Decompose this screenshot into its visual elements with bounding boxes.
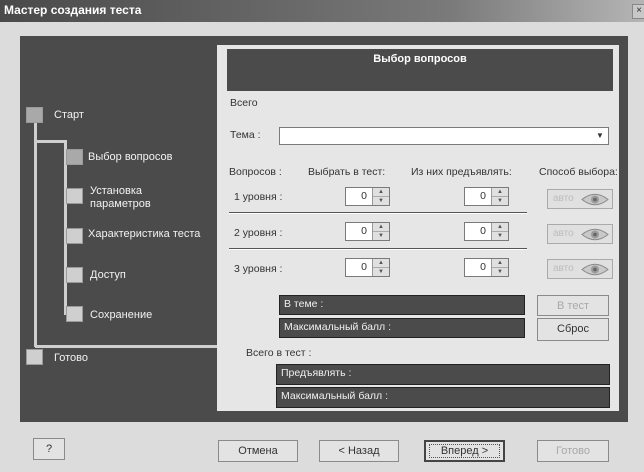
topic-select[interactable]: ▼ bbox=[279, 127, 609, 145]
level-2-present-value: 0 bbox=[480, 225, 486, 237]
reset-button[interactable]: Сброс bbox=[537, 318, 609, 341]
level-2-present-stepper[interactable]: 0 ▲ ▼ bbox=[464, 222, 509, 241]
chevron-down-icon[interactable]: ▼ bbox=[594, 130, 606, 142]
level-divider bbox=[229, 212, 527, 214]
step-access-label[interactable]: Доступ bbox=[90, 269, 126, 282]
next-button[interactable]: Вперед > bbox=[424, 440, 505, 462]
level-2-method-button[interactable]: авто bbox=[547, 224, 613, 244]
level-3-label: 3 уровня : bbox=[234, 263, 283, 275]
spin-down-icon[interactable]: ▼ bbox=[373, 268, 389, 276]
max-score-total-bar: Максимальный балл : bbox=[276, 387, 610, 408]
to-test-button[interactable]: В тест bbox=[537, 295, 609, 316]
max-score-bar: Максимальный балл : bbox=[279, 318, 525, 338]
present-total-bar: Предъявлять : bbox=[276, 364, 610, 385]
step-characteristics-label[interactable]: Характеристика теста bbox=[88, 228, 200, 241]
step-save-marker bbox=[66, 306, 83, 322]
step-save-label[interactable]: Сохранение bbox=[90, 309, 152, 322]
help-button[interactable]: ? bbox=[33, 438, 65, 460]
step-access-marker bbox=[66, 267, 83, 283]
step-start-label[interactable]: Старт bbox=[54, 109, 84, 122]
tree-trunk bbox=[34, 122, 37, 347]
window-title: Мастер создания теста bbox=[4, 3, 142, 17]
finish-button[interactable]: Готово bbox=[537, 440, 609, 462]
level-2-label: 2 уровня : bbox=[234, 227, 283, 239]
wizard-window: Мастер создания теста × Старт Выбор вопр… bbox=[0, 0, 644, 472]
eye-icon bbox=[581, 263, 609, 276]
step-questions-marker bbox=[66, 149, 83, 165]
spin-down-icon[interactable]: ▼ bbox=[492, 232, 508, 240]
help-icon: ? bbox=[45, 443, 53, 455]
level-3-choose-stepper[interactable]: 0 ▲ ▼ bbox=[345, 258, 390, 277]
level-1-present-stepper[interactable]: 0 ▲ ▼ bbox=[464, 187, 509, 206]
step-params-marker bbox=[66, 188, 83, 204]
spin-up-icon[interactable]: ▲ bbox=[373, 259, 389, 268]
spin-up-icon[interactable]: ▲ bbox=[492, 259, 508, 268]
in-topic-bar: В теме : bbox=[279, 295, 525, 315]
max-score-label: Максимальный балл : bbox=[284, 321, 392, 333]
level-3-present-stepper[interactable]: 0 ▲ ▼ bbox=[464, 258, 509, 277]
total-in-test-label: Всего в тест : bbox=[246, 347, 312, 359]
spin-down-icon[interactable]: ▼ bbox=[492, 268, 508, 276]
step-characteristics-marker bbox=[66, 228, 83, 244]
present-total-label: Предъявлять : bbox=[281, 367, 352, 379]
title-bar: Мастер создания теста × bbox=[0, 0, 644, 22]
spin-down-icon[interactable]: ▼ bbox=[373, 197, 389, 205]
step-params-label[interactable]: Установка параметров bbox=[90, 185, 200, 211]
tree-branch-h bbox=[36, 140, 66, 143]
level-1-choose-stepper[interactable]: 0 ▲ ▼ bbox=[345, 187, 390, 206]
panel-header-title: Выбор вопросов bbox=[373, 53, 467, 65]
method-column-label: Способ выбора: bbox=[539, 166, 618, 178]
step-done-marker bbox=[26, 349, 43, 365]
questions-column-label: Вопросов : bbox=[229, 166, 282, 178]
level-2-choose-stepper[interactable]: 0 ▲ ▼ bbox=[345, 222, 390, 241]
level-1-choose-value: 0 bbox=[361, 190, 367, 202]
spin-up-icon[interactable]: ▲ bbox=[492, 188, 508, 197]
spin-up-icon[interactable]: ▲ bbox=[373, 223, 389, 232]
step-questions-label[interactable]: Выбор вопросов bbox=[88, 151, 172, 164]
step-start-marker bbox=[26, 107, 43, 123]
level-1-label: 1 уровня : bbox=[234, 191, 283, 203]
eye-icon bbox=[581, 193, 609, 206]
level-divider bbox=[229, 248, 527, 250]
eye-icon bbox=[581, 228, 609, 241]
total-label: Всего bbox=[230, 97, 258, 109]
in-topic-label: В теме : bbox=[284, 298, 324, 310]
present-column-label: Из них предъявлять: bbox=[411, 166, 512, 178]
level-1-method-button[interactable]: авто bbox=[547, 189, 613, 209]
level-1-present-value: 0 bbox=[480, 190, 486, 202]
close-button[interactable]: × bbox=[632, 4, 644, 19]
level-1-method-label: авто bbox=[553, 193, 574, 204]
cancel-button[interactable]: Отмена bbox=[218, 440, 298, 462]
spin-up-icon[interactable]: ▲ bbox=[373, 188, 389, 197]
spin-down-icon[interactable]: ▼ bbox=[373, 232, 389, 240]
level-3-method-button[interactable]: авто bbox=[547, 259, 613, 279]
level-3-present-value: 0 bbox=[480, 261, 486, 273]
max-score-total-label: Максимальный балл : bbox=[281, 390, 389, 402]
panel-header: Выбор вопросов bbox=[227, 49, 613, 91]
topic-label: Тема : bbox=[230, 129, 261, 141]
tree-connector-h bbox=[35, 345, 218, 348]
level-2-choose-value: 0 bbox=[361, 225, 367, 237]
choose-column-label: Выбрать в тест: bbox=[308, 166, 386, 178]
spin-down-icon[interactable]: ▼ bbox=[492, 197, 508, 205]
level-3-choose-value: 0 bbox=[361, 261, 367, 273]
back-button[interactable]: < Назад bbox=[319, 440, 399, 462]
step-done-label[interactable]: Готово bbox=[54, 352, 88, 365]
spin-up-icon[interactable]: ▲ bbox=[492, 223, 508, 232]
level-2-method-label: авто bbox=[553, 228, 574, 239]
level-3-method-label: авто bbox=[553, 263, 574, 274]
